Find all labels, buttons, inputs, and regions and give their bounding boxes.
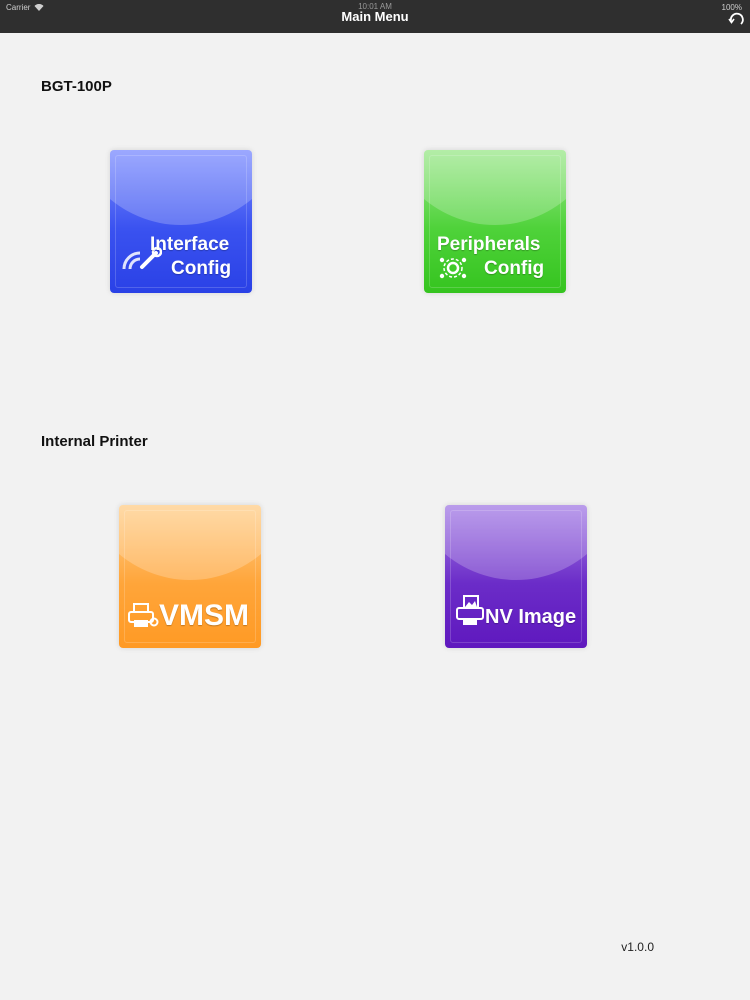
gear-network-icon: [439, 257, 467, 279]
tile-label: VMSM: [159, 599, 249, 632]
peripherals-config-button[interactable]: Peripherals Config: [424, 150, 566, 293]
tile-label-line1: Peripherals: [437, 234, 541, 255]
refresh-icon[interactable]: [728, 9, 746, 27]
page-title: Main Menu: [341, 9, 409, 24]
tile-label-line2: Config: [484, 258, 545, 279]
tile-label: NV Image: [485, 606, 577, 628]
tile-label-line2: Config: [171, 258, 232, 279]
printer-gear-icon: [128, 603, 159, 627]
vmsm-button[interactable]: VMSM: [119, 505, 261, 648]
nv-image-button[interactable]: NV Image: [445, 505, 587, 648]
tile-label-line1: Interface: [150, 234, 230, 255]
printer-image-icon: [456, 595, 484, 625]
section-title-bgt100p: BGT-100P: [41, 78, 112, 95]
section-title-internal-printer: Internal Printer: [41, 433, 148, 450]
interface-config-button[interactable]: Interface Config: [110, 150, 252, 293]
version-label: v1.0.0: [621, 940, 654, 954]
top-bar: Carrier 10:01 AM 100% Main Menu: [0, 0, 750, 33]
